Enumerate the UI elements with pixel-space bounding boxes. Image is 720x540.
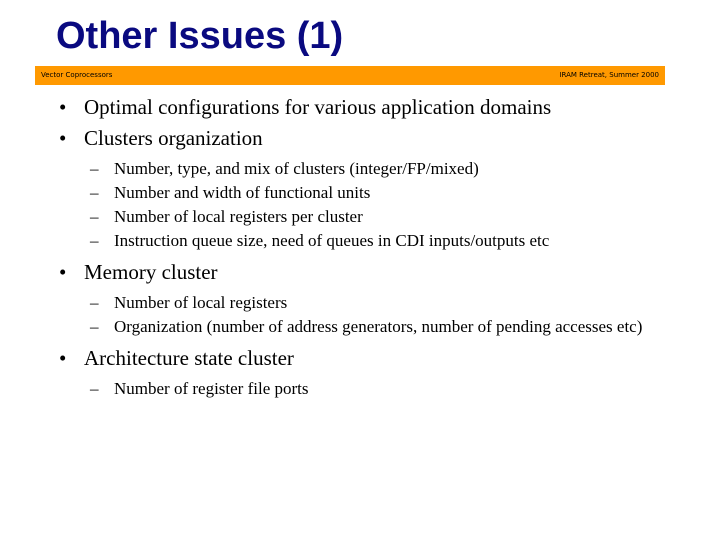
sub-bullet-item: – Number, type, and mix of clusters (inte… — [56, 159, 696, 178]
dash-icon: – — [90, 159, 99, 178]
sub-bullet-text: Number of register file ports — [114, 379, 309, 398]
bullet-text: Clusters organization — [84, 126, 263, 150]
footer-right-label: IRAM Retreat, Summer 2000 — [559, 71, 659, 79]
bullet-icon: • — [59, 126, 67, 150]
bullet-text: Memory cluster — [84, 260, 218, 284]
sub-list: – Number of local registers – Organization… — [56, 293, 696, 336]
dash-icon: – — [90, 293, 99, 312]
bullet-item: • Architecture state cluster — [56, 343, 696, 374]
bullet-icon: • — [59, 346, 67, 370]
bullet-item: • Memory cluster — [56, 257, 696, 288]
sub-bullet-item: – Number of register file ports — [56, 379, 696, 398]
bullet-item: • Optimal configurations for various appl… — [56, 92, 696, 123]
slide-body: • Optimal configurations for various appl… — [56, 92, 696, 405]
dash-icon: – — [90, 379, 99, 398]
sub-bullet-text: Number and width of functional units — [114, 183, 371, 202]
sub-list: – Number of register file ports — [56, 379, 696, 398]
sub-bullet-item: – Number of local registers per cluster — [56, 207, 696, 226]
sub-bullet-text: Number of local registers per cluster — [114, 207, 363, 226]
sub-list: – Number, type, and mix of clusters (inte… — [56, 159, 696, 250]
sub-bullet-text: Number, type, and mix of clusters (integ… — [114, 159, 479, 178]
sub-bullet-item: – Instruction queue size, need of queues … — [56, 231, 696, 250]
header-band: Vector Coprocessors IRAM Retreat, Summer… — [35, 66, 665, 85]
sub-bullet-text: Number of local registers — [114, 293, 288, 312]
bullet-icon: • — [59, 95, 67, 119]
sub-bullet-item: – Organization (number of address generat… — [56, 317, 704, 336]
dash-icon: – — [90, 317, 99, 336]
dash-icon: – — [90, 183, 99, 202]
bullet-text: Optimal configurations for various appli… — [84, 95, 552, 119]
sub-bullet-text: Instruction queue size, need of queues i… — [114, 231, 550, 250]
dash-icon: – — [90, 207, 99, 226]
sub-bullet-item: – Number of local registers — [56, 293, 696, 312]
slide-title: Other Issues (1) — [56, 15, 344, 57]
dash-icon: – — [90, 231, 99, 250]
bullet-icon: • — [59, 260, 67, 284]
bullet-text: Architecture state cluster — [84, 346, 294, 370]
bullet-item: • Clusters organization — [56, 123, 696, 154]
sub-bullet-item: – Number and width of functional units — [56, 183, 696, 202]
footer-left-label: Vector Coprocessors — [41, 71, 113, 79]
sub-bullet-text: Organization (number of address generato… — [114, 317, 643, 336]
